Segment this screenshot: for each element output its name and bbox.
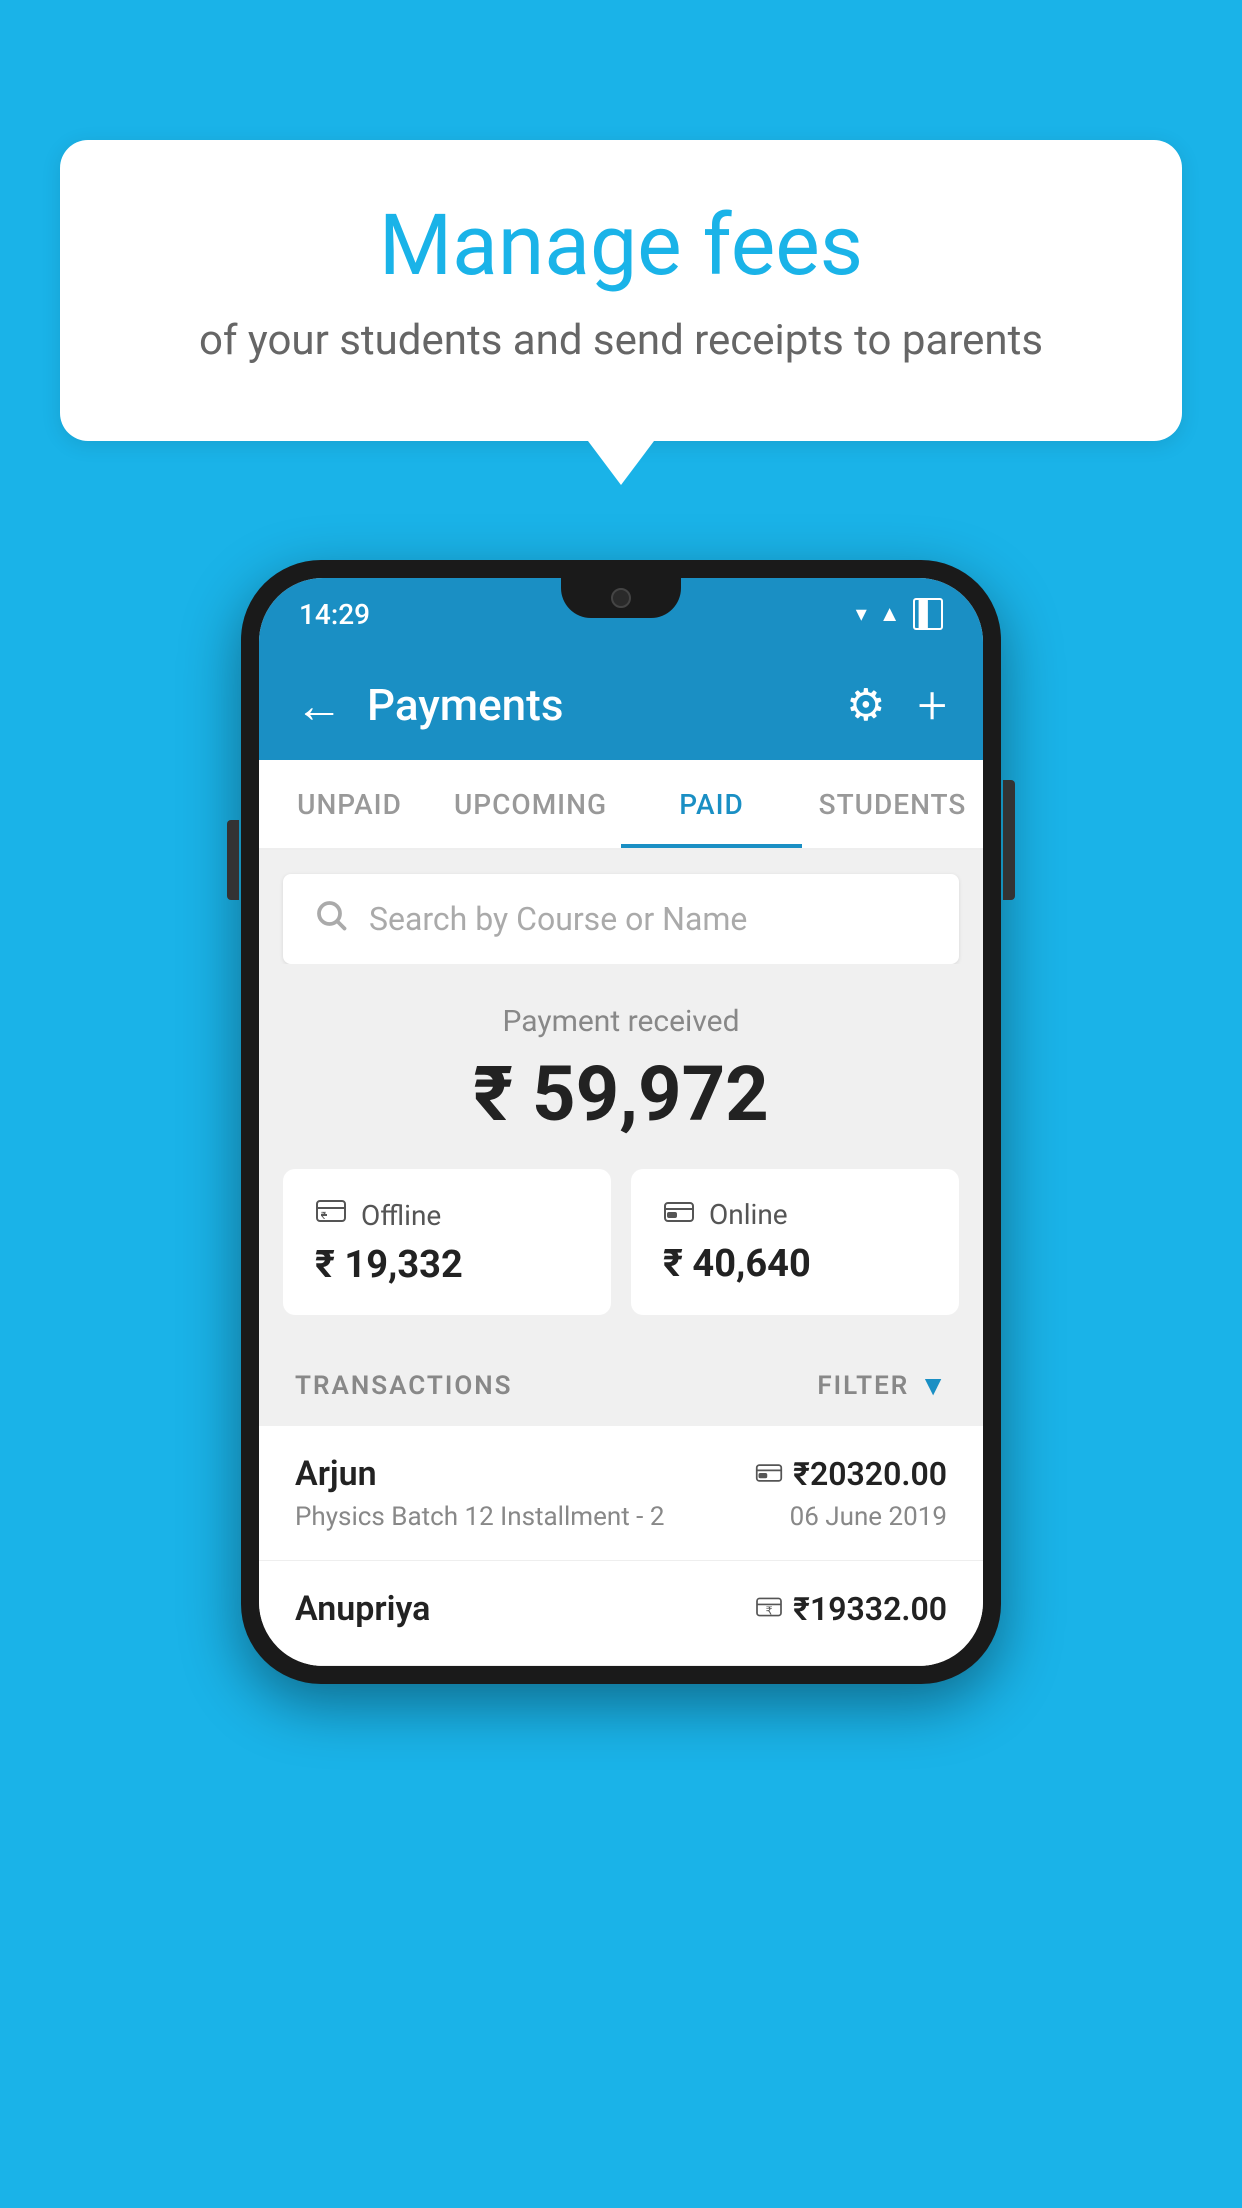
payment-received-label: Payment received xyxy=(283,1004,959,1039)
status-time: 14:29 xyxy=(299,598,370,631)
phone-wrapper: 14:29 ▾ ▲ ▌ ← Payments ⚙ + xyxy=(241,560,1001,1684)
search-placeholder-text: Search by Course or Name xyxy=(369,900,747,938)
transaction-row-anupriya[interactable]: Anupriya ₹ ₹19332.00 xyxy=(259,1561,983,1666)
online-type-label: Online xyxy=(709,1198,788,1231)
tab-paid[interactable]: PAID xyxy=(621,760,802,848)
online-icon xyxy=(663,1197,695,1232)
online-payment-card: Online ₹ 40,640 xyxy=(631,1169,959,1315)
transaction-amount-area-anupriya: ₹ ₹19332.00 xyxy=(755,1590,947,1628)
signal-icon: ▲ xyxy=(879,601,901,627)
bubble-title: Manage fees xyxy=(140,200,1102,292)
filter-label: FILTER xyxy=(817,1371,909,1401)
transaction-name-anupriya: Anupriya xyxy=(295,1589,430,1629)
offline-type-label: Offline xyxy=(361,1199,441,1232)
transaction-name-arjun: Arjun xyxy=(295,1454,377,1494)
battery-icon: ▌ xyxy=(913,598,943,630)
transaction-top-anupriya: Anupriya ₹ ₹19332.00 xyxy=(295,1589,947,1629)
back-button[interactable]: ← xyxy=(295,677,343,734)
payment-total-amount: ₹ 59,972 xyxy=(283,1049,959,1139)
transaction-amount-anupriya: ₹19332.00 xyxy=(793,1590,947,1628)
transaction-date-arjun: 06 June 2019 xyxy=(790,1502,947,1532)
payment-summary: Payment received ₹ 59,972 xyxy=(259,964,983,1345)
offline-amount: ₹ 19,332 xyxy=(315,1243,579,1287)
online-amount: ₹ 40,640 xyxy=(663,1242,927,1286)
screen-title: Payments xyxy=(367,679,822,731)
search-bar[interactable]: Search by Course or Name xyxy=(283,874,959,964)
offline-icon: ₹ xyxy=(315,1197,347,1233)
phone-device: 14:29 ▾ ▲ ▌ ← Payments ⚙ + xyxy=(241,560,1001,1684)
transaction-amount-arjun: ₹20320.00 xyxy=(793,1455,947,1493)
transaction-row-arjun[interactable]: Arjun ₹20320.00 xyxy=(259,1426,983,1561)
notch xyxy=(561,578,681,618)
online-card-header: Online xyxy=(663,1197,927,1232)
tab-upcoming[interactable]: UPCOMING xyxy=(440,760,621,848)
filter-icon: ▼ xyxy=(919,1369,947,1402)
bubble-subtitle: of your students and send receipts to pa… xyxy=(140,312,1102,371)
transaction-amount-area-arjun: ₹20320.00 xyxy=(755,1455,947,1493)
transactions-header: TRANSACTIONS FILTER ▼ xyxy=(259,1345,983,1426)
payment-cards: ₹ Offline ₹ 19,332 xyxy=(283,1169,959,1315)
transaction-top-arjun: Arjun ₹20320.00 xyxy=(295,1454,947,1494)
transactions-label: TRANSACTIONS xyxy=(295,1371,513,1401)
speech-bubble: Manage fees of your students and send re… xyxy=(60,140,1182,441)
add-icon[interactable]: + xyxy=(918,675,947,736)
transaction-payment-icon-arjun xyxy=(755,1458,783,1491)
search-container: Search by Course or Name xyxy=(259,850,983,964)
svg-text:₹: ₹ xyxy=(766,1605,773,1617)
offline-payment-card: ₹ Offline ₹ 19,332 xyxy=(283,1169,611,1315)
header-actions: ⚙ + xyxy=(846,675,947,736)
transaction-payment-icon-anupriya: ₹ xyxy=(755,1593,783,1626)
tabs: UNPAID UPCOMING PAID STUDENTS xyxy=(259,760,983,850)
tab-students[interactable]: STUDENTS xyxy=(802,760,983,848)
status-icons: ▾ ▲ ▌ xyxy=(856,598,943,630)
wifi-icon: ▾ xyxy=(856,602,867,627)
offline-card-header: ₹ Offline xyxy=(315,1197,579,1233)
transaction-bottom-arjun: Physics Batch 12 Installment - 2 06 June… xyxy=(295,1502,947,1532)
settings-icon[interactable]: ⚙ xyxy=(846,679,885,731)
speech-bubble-area: Manage fees of your students and send re… xyxy=(60,140,1182,441)
tab-unpaid[interactable]: UNPAID xyxy=(259,760,440,848)
camera xyxy=(611,588,631,608)
transaction-course-arjun: Physics Batch 12 Installment - 2 xyxy=(295,1502,664,1532)
svg-text:₹: ₹ xyxy=(321,1211,326,1222)
phone-screen: 14:29 ▾ ▲ ▌ ← Payments ⚙ + xyxy=(259,578,983,1666)
app-header: ← Payments ⚙ + xyxy=(259,650,983,760)
status-bar: 14:29 ▾ ▲ ▌ xyxy=(259,578,983,650)
filter-area[interactable]: FILTER ▼ xyxy=(817,1369,947,1402)
search-icon xyxy=(313,897,349,942)
